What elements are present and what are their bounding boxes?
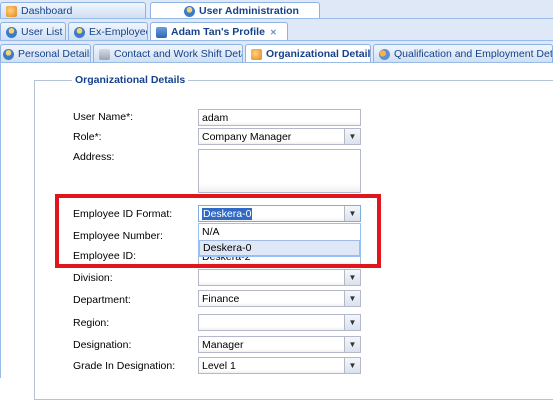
user-icon	[6, 26, 17, 38]
chevron-down-icon[interactable]: ▼	[344, 358, 360, 373]
tab-organizational-details[interactable]: Organizational Details	[245, 44, 371, 62]
tab-dashboard[interactable]: Dashboard	[0, 2, 146, 18]
profile-card-icon	[156, 26, 167, 38]
user-administration-icon	[184, 5, 195, 17]
employee-id-format-label: Employee ID Format:	[73, 208, 173, 220]
chevron-down-icon[interactable]: ▼	[344, 129, 360, 144]
tab-label: Organizational Details	[266, 48, 371, 60]
user-name-label: User Name*:	[73, 111, 134, 123]
region-label: Region:	[73, 317, 110, 329]
employee-id-format-dropdown: N/A Deskera-0	[198, 223, 361, 257]
tab-label: User Administration	[199, 5, 299, 17]
address-label: Address:	[73, 151, 115, 163]
chevron-down-icon[interactable]: ▼	[344, 291, 360, 306]
qualification-icon	[379, 48, 390, 60]
employee-id-format-value: Deskera-0	[202, 208, 253, 220]
grade-value: Level 1	[202, 360, 236, 372]
tab-adam-tan-profile[interactable]: Adam Tan's Profile ✕	[150, 22, 288, 40]
employee-id-format-select[interactable]: Deskera-0 ▼	[198, 205, 361, 222]
employee-id-label: Employee ID:	[73, 250, 137, 262]
tab-qualification-employment[interactable]: Qualification and Employment Details	[373, 44, 553, 62]
chevron-down-icon[interactable]: ▼	[344, 270, 360, 285]
fieldset-legend: Organizational Details	[72, 74, 189, 86]
designation-value: Manager	[202, 339, 244, 351]
chevron-down-icon[interactable]: ▼	[344, 315, 360, 330]
organization-icon	[251, 48, 262, 60]
tab-user-list[interactable]: User List	[0, 22, 66, 40]
user-name-field[interactable]: adam	[198, 109, 361, 126]
dropdown-option-na[interactable]: N/A	[199, 224, 360, 240]
user-admin-tab-bar: User List Ex-Employees Adam Tan's Profil…	[0, 19, 553, 41]
tab-label: User List	[21, 26, 63, 38]
division-select[interactable]: ▼	[198, 269, 361, 286]
employee-number-label: Employee Number:	[73, 230, 163, 242]
address-textarea[interactable]	[198, 149, 361, 193]
chevron-down-icon[interactable]: ▼	[344, 337, 360, 352]
profile-tab-bar: Personal Details Contact and Work Shift …	[0, 41, 553, 63]
role-value: Company Manager	[202, 131, 292, 143]
role-label: Role*:	[73, 131, 102, 143]
designation-select[interactable]: Manager ▼	[198, 336, 361, 353]
dropdown-option-deskera-0[interactable]: Deskera-0	[199, 240, 360, 256]
tab-label: Dashboard	[21, 5, 73, 17]
user-name-value: adam	[202, 112, 229, 124]
chevron-down-icon[interactable]: ▼	[344, 206, 360, 221]
dashboard-icon	[6, 5, 17, 17]
department-value: Finance	[202, 293, 240, 305]
division-label: Division:	[73, 272, 113, 284]
department-label: Department:	[73, 294, 131, 306]
tab-label: Contact and Work Shift Details	[114, 48, 243, 60]
tab-personal-details[interactable]: Personal Details	[0, 44, 91, 62]
person-icon	[3, 48, 14, 60]
user-icon	[74, 26, 85, 38]
tab-user-administration[interactable]: User Administration ✕	[150, 2, 320, 18]
designation-label: Designation:	[73, 339, 132, 351]
tab-label: Adam Tan's Profile	[171, 26, 265, 38]
grade-select[interactable]: Level 1 ▼	[198, 357, 361, 374]
tab-contact-work-shift[interactable]: Contact and Work Shift Details	[93, 44, 243, 62]
grade-label: Grade In Designation:	[73, 360, 176, 372]
tab-label: Personal Details	[18, 48, 91, 60]
tab-ex-employees[interactable]: Ex-Employees	[68, 22, 148, 40]
tab-label: Ex-Employees	[89, 26, 147, 38]
top-tab-bar: Dashboard User Administration ✕	[0, 0, 553, 19]
role-select[interactable]: Company Manager ▼	[198, 128, 361, 145]
tab-label: Qualification and Employment Details	[394, 48, 553, 60]
close-icon[interactable]: ✕	[269, 28, 278, 37]
contact-icon	[99, 48, 110, 60]
region-select[interactable]: ▼	[198, 314, 361, 331]
department-select[interactable]: Finance ▼	[198, 290, 361, 307]
